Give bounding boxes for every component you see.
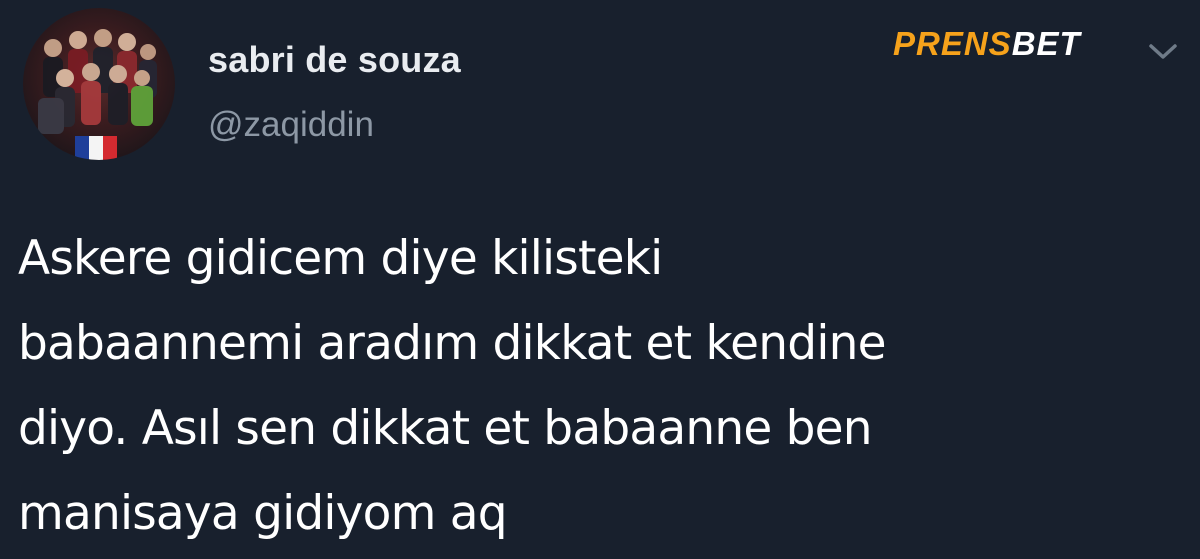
tweet-text-line: manisaya gidiyom aq [18,486,508,541]
france-flag-icon [75,136,117,160]
brand-logo: PRENSBET [893,26,1081,62]
brand-logo-part-a: PRENS [893,25,1012,62]
avatar[interactable] [23,8,175,160]
tweet-card: sabri de souza @zaqiddin PRENSBET Askere… [0,0,1200,559]
tweet-text-line: diyo. Asıl sen dikkat et babaanne ben [18,401,873,456]
avatar-image [38,29,157,160]
author-info: sabri de souza @zaqiddin [208,40,461,145]
tweet-text-line: babaannemi aradım dikkat et kendine [18,316,886,371]
chevron-down-icon[interactable] [1145,38,1181,64]
user-handle[interactable]: @zaqiddin [208,105,461,145]
tweet-text-line: Askere gidicem diye kilisteki [18,231,663,286]
display-name[interactable]: sabri de souza [208,40,461,80]
brand-logo-part-b: BET [1011,25,1081,62]
tweet-text: Askere gidicem diye kilisteki babaannemi… [18,216,1188,556]
